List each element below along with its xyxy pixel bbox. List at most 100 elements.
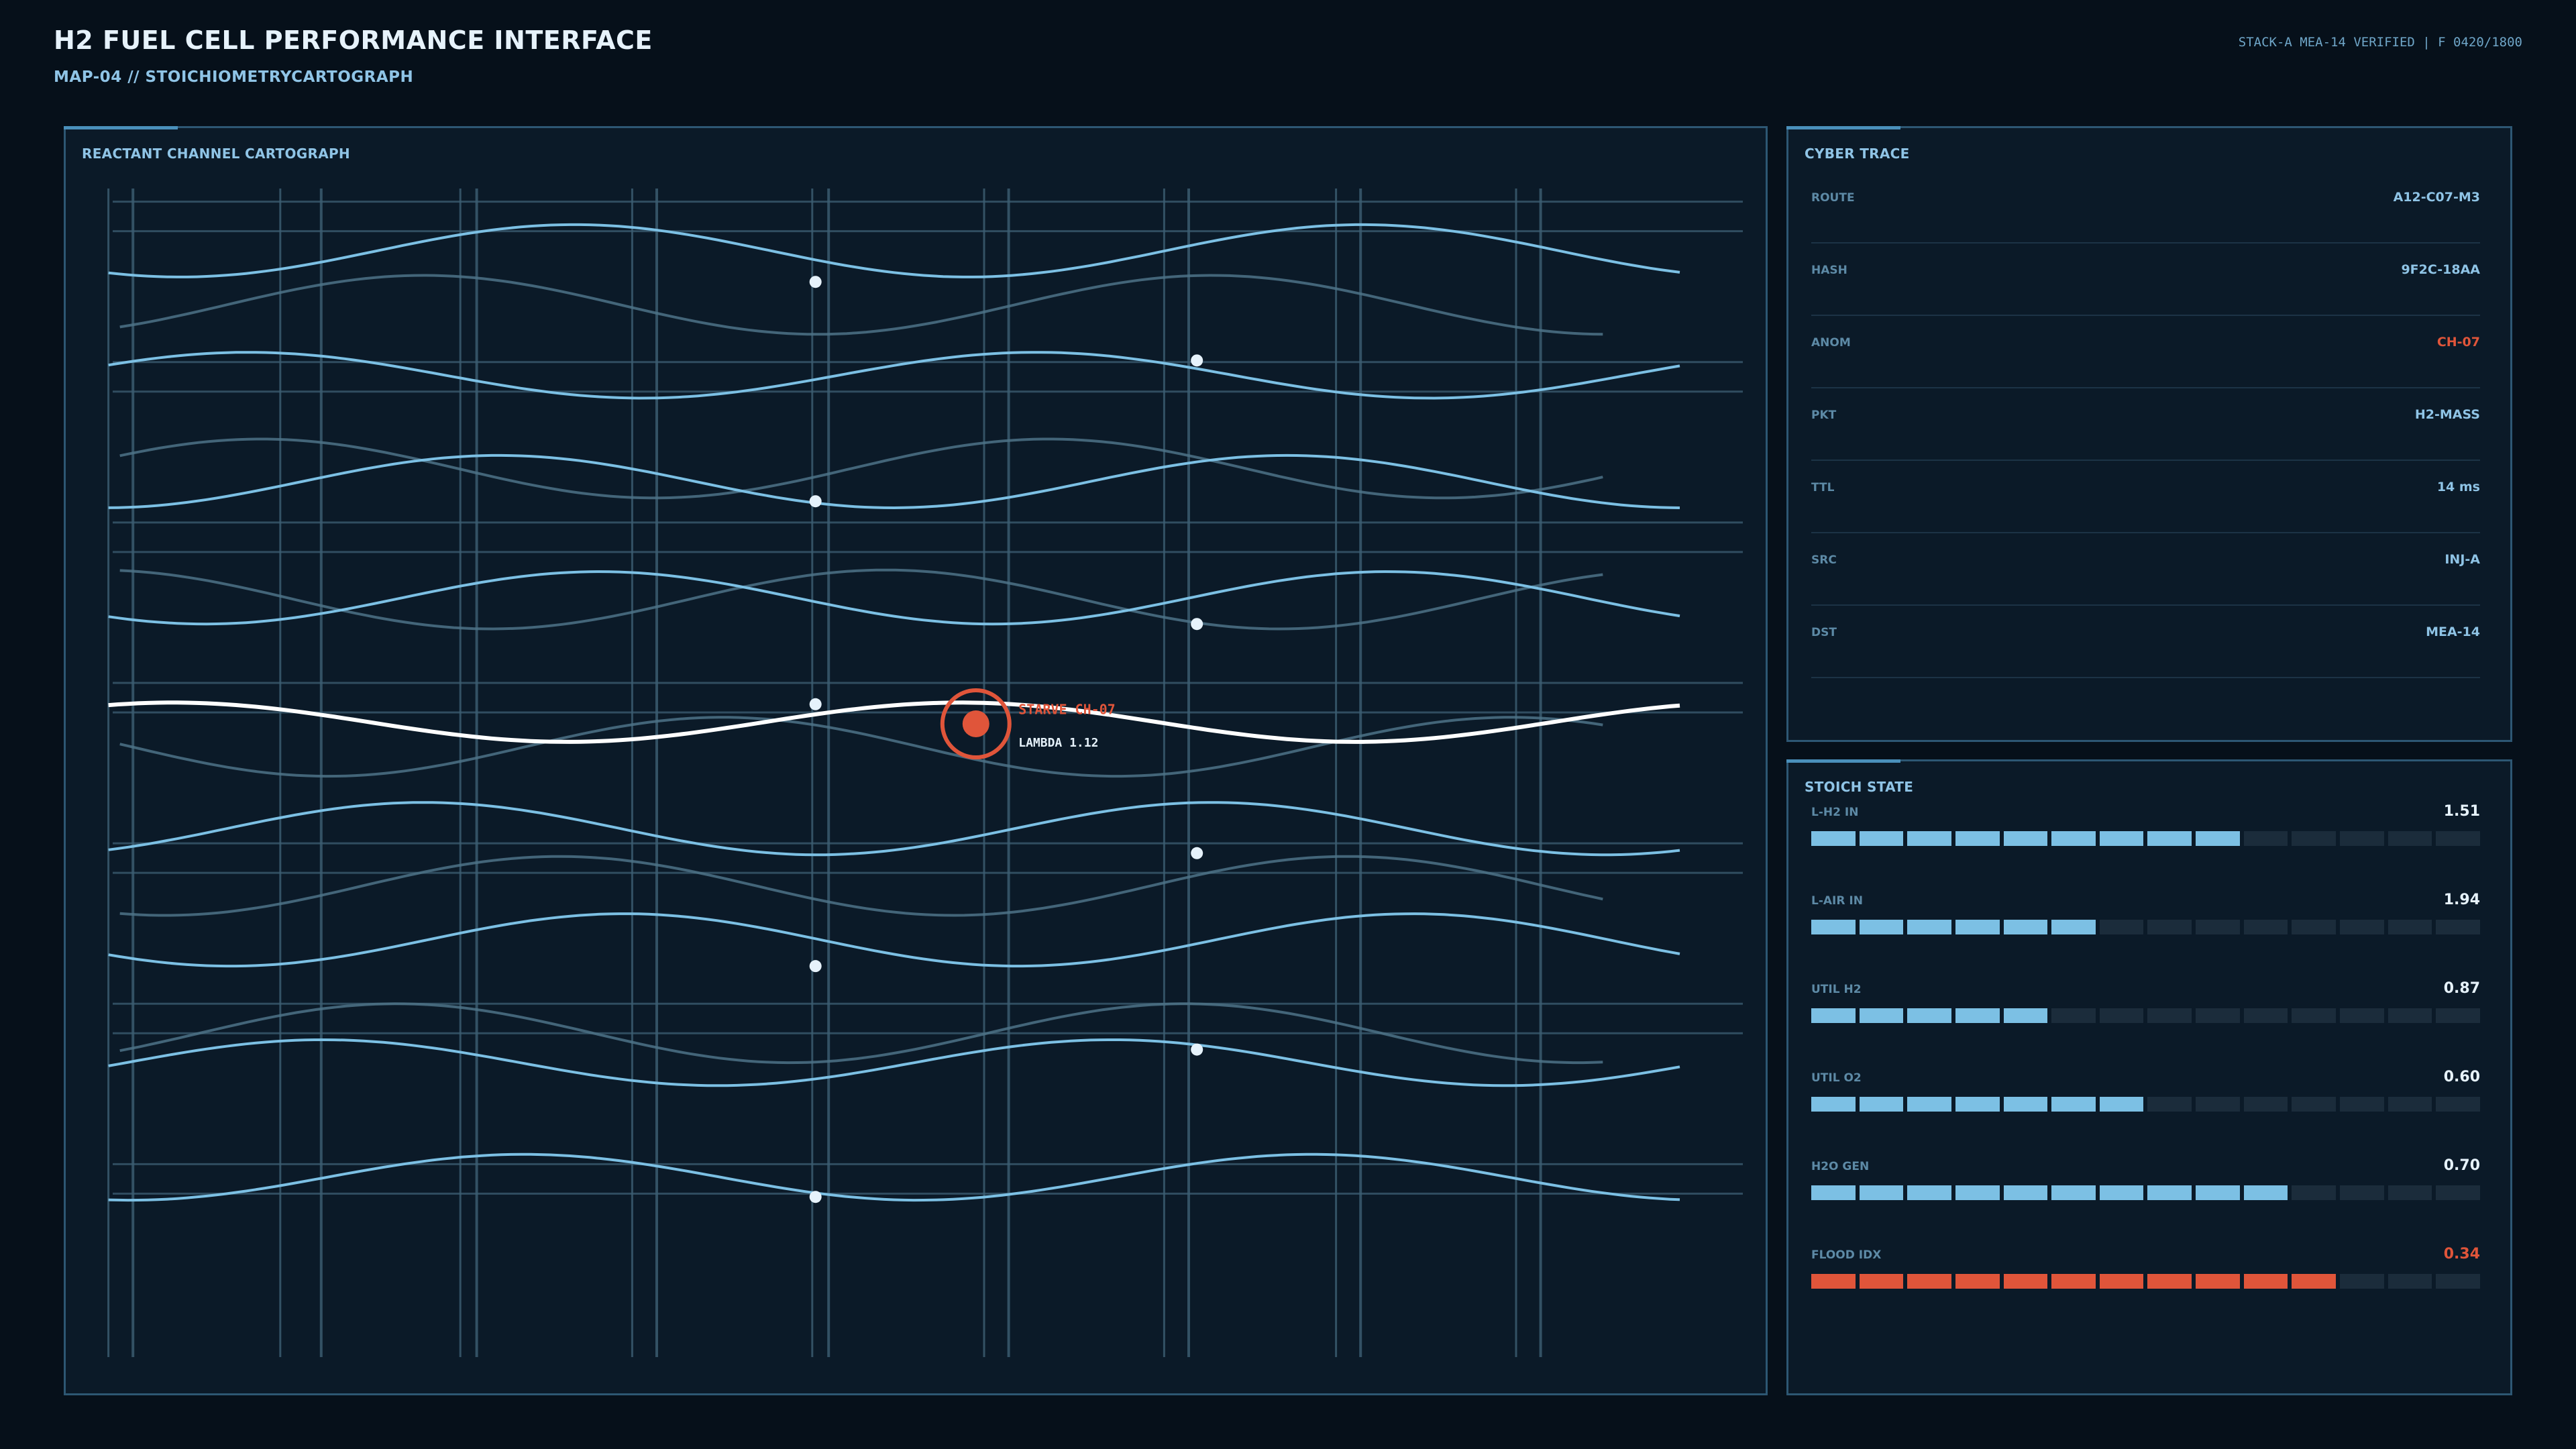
primary-channel-trace [108,912,1680,968]
cyber-trace-panel: CYBER TRACE ROUTE A12-C07-M3 HASH 9F2C-18AA… [1786,126,2512,742]
meter-segment-filled [1811,1008,1856,1023]
trace-row-pkt: PKT H2-MASS [1811,392,2480,461]
meter-segment-filled [1955,1274,2000,1289]
meter-segment-empty [2243,1008,2288,1023]
meter-segment-empty [2196,1008,2240,1023]
page-title: H2 FUEL CELL PERFORMANCE INTERFACE [54,25,653,55]
secondary-channel-trace [119,274,1603,336]
meter-label: L-H2 IN [1811,806,1859,819]
page-subtitle: MAP-04 // STOICHIOMETRYCARTOGRAPH [54,68,414,86]
meter-segment-empty [2099,1008,2144,1023]
meter-segment-empty [2292,1097,2337,1112]
meter-segment-empty [2436,1097,2480,1112]
primary-channel-trace [108,223,1680,278]
meter-segment-filled [1859,920,1904,934]
meter-segment-empty [2436,831,2480,846]
meter-bar [1811,1274,2480,1289]
meter-value: 0.60 [2443,1069,2480,1085]
trace-row-dst: DST MEA-14 [1811,610,2480,678]
meter-segment-filled [2147,831,2192,846]
cyber-trace-title: CYBER TRACE [1805,146,1910,162]
meter-segment-filled [1811,1274,1856,1289]
secondary-channel-trace [119,568,1603,631]
channel-node [809,960,822,973]
meter-segment-filled [2292,1274,2337,1289]
meter-segment-empty [2340,920,2384,934]
trace-key: ROUTE [1811,191,1855,205]
primary-channel-trace [108,570,1680,626]
trace-value: A12-C07-M3 [2393,190,2480,205]
stoich-state-title: STOICH STATE [1805,779,1914,795]
trace-row-ttl: TTL 14 ms [1811,465,2480,533]
meter-label: H2O GEN [1811,1160,1870,1173]
meter-bar [1811,831,2480,846]
trace-key: DST [1811,626,1837,639]
meter-value: 0.87 [2443,980,2480,997]
channel-node [1191,847,1203,859]
meter-segment-empty [2387,1008,2432,1023]
channel-node [809,698,822,710]
trace-row-anom: ANOM CH-07 [1811,320,2480,388]
meter-label: L-AIR IN [1811,894,1863,908]
panel-accent [1786,759,1900,763]
meter-segment-empty [2436,1008,2480,1023]
starvation-dot [962,710,989,738]
meter-segment-filled [2051,1097,2096,1112]
meter-util-h2: UTIL H2 0.87 [1811,980,2480,1063]
verification-status: STACK-A MEA-14 VERIFIED | F 0420/1800 [2238,35,2522,50]
meter-label: FLOOD IDX [1811,1248,1882,1262]
meter-segment-empty [2387,1274,2432,1289]
meter-segment-filled [1859,831,1904,846]
meter-segment-filled [2003,1008,2048,1023]
cartograph-panel[interactable]: STARVE CH-07 LAMBDA 1.12 REACTANT CHANNEL… [64,126,1768,1395]
meter-segment-filled [2051,1185,2096,1200]
meter-segment-empty [2436,1274,2480,1289]
channel-node [809,1191,822,1203]
meter-segment-filled [2051,920,2096,934]
cartograph-title: REACTANT CHANNEL CARTOGRAPH [82,146,350,162]
meter-segment-filled [1907,1185,1951,1200]
meter-flood-idx: FLOOD IDX 0.34 [1811,1246,2480,1329]
trace-key: TTL [1811,481,1835,494]
meter-segment-filled [2003,1097,2048,1112]
trace-value: 9F2C-18AA [2401,262,2480,277]
meter-segment-empty [2387,831,2432,846]
meter-segment-empty [2147,920,2192,934]
meter-segment-filled [1955,831,2000,846]
meter-segment-empty [2051,1008,2096,1023]
channel-node [809,495,822,508]
primary-channel-trace [108,801,1680,857]
meter-bar [1811,1008,2480,1023]
marker-sub: LAMBDA 1.12 [1018,736,1098,750]
meter-segment-filled [2099,1274,2144,1289]
meter-segment-filled [1859,1274,1904,1289]
meter-segment-empty [2292,1008,2337,1023]
trace-row-route: ROUTE A12-C07-M3 [1811,175,2480,244]
cartograph-canvas[interactable]: STARVE CH-07 LAMBDA 1.12 [66,128,1766,1393]
secondary-channel-trace [119,855,1603,917]
meter-segment-filled [1907,1008,1951,1023]
meter-segment-filled [2003,831,2048,846]
trace-value: H2-MASS [2414,407,2480,422]
trace-value: MEA-14 [2426,625,2480,639]
meter-segment-empty [2387,1185,2432,1200]
meter-segment-empty [2340,1185,2384,1200]
meter-segment-empty [2340,831,2384,846]
meter-segment-filled [2196,1185,2240,1200]
trace-value: CH-07 [2436,335,2480,350]
meter-segment-empty [2196,920,2240,934]
meter-segment-empty [2099,920,2144,934]
meter-segment-filled [1859,1185,1904,1200]
meter-segment-empty [2387,1097,2432,1112]
meter-segment-empty [2387,920,2432,934]
meter-segment-filled [2147,1274,2192,1289]
meter-l-air-in: L-AIR IN 1.94 [1811,892,2480,975]
trace-key: ANOM [1811,336,1851,350]
meter-segment-filled [2243,1274,2288,1289]
panel-accent [1786,126,1900,129]
meter-segment-filled [1955,1008,2000,1023]
meter-bar [1811,1185,2480,1200]
meter-segment-filled [1955,920,2000,934]
meter-segment-filled [2196,1274,2240,1289]
meter-l-h2-in: L-H2 IN 1.51 [1811,803,2480,886]
